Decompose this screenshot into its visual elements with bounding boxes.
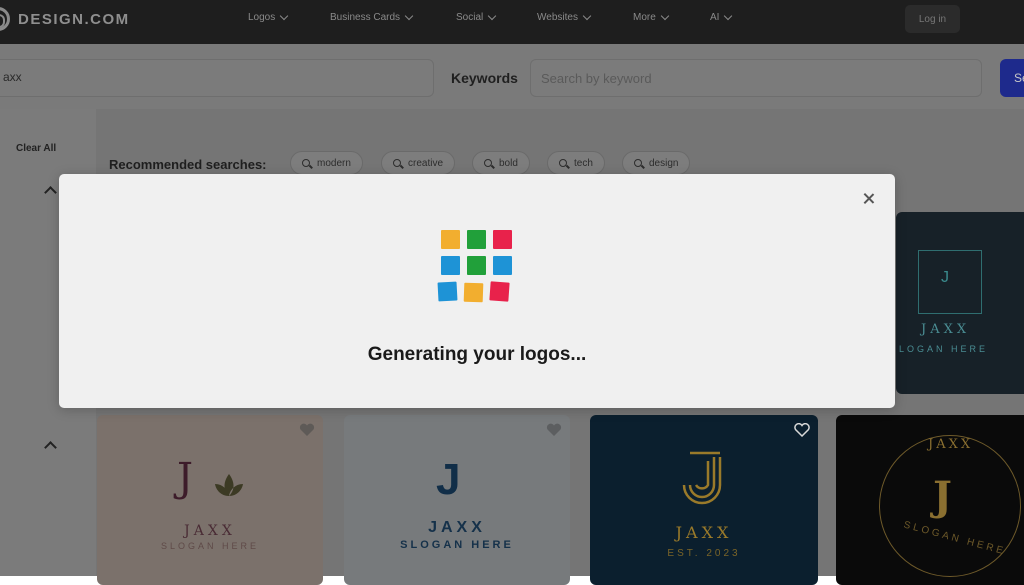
chevron-down-icon bbox=[582, 11, 592, 21]
logo-card[interactable]: J JAXX SLOGAN HERE bbox=[896, 212, 1024, 394]
heart-icon[interactable] bbox=[794, 423, 810, 437]
logo-card[interactable]: J JAXX SLOGAN HERE bbox=[344, 415, 570, 585]
loading-tile bbox=[493, 256, 512, 275]
loading-tile bbox=[437, 281, 458, 302]
loading-tile bbox=[467, 256, 486, 275]
chevron-down-icon bbox=[280, 11, 289, 21]
search-icon bbox=[484, 159, 492, 167]
chip-design[interactable]: design bbox=[622, 151, 691, 175]
design-com-logo-icon bbox=[0, 7, 10, 31]
chip-modern[interactable]: modern bbox=[290, 151, 363, 175]
close-icon[interactable] bbox=[861, 191, 877, 207]
card-title: JAXX bbox=[921, 322, 971, 337]
heart-icon[interactable] bbox=[546, 423, 562, 437]
nav-websites[interactable]: Websites bbox=[537, 11, 592, 23]
chevron-down-icon bbox=[660, 11, 670, 21]
keyword-search-input[interactable] bbox=[530, 59, 982, 97]
clear-all-link[interactable]: Clear All bbox=[16, 143, 56, 154]
card-title: JAXX bbox=[184, 523, 236, 539]
logo-letter: J bbox=[941, 269, 949, 286]
nav-ai-label: AI bbox=[710, 12, 720, 23]
nav-social-label: Social bbox=[456, 12, 484, 23]
card-slogan: SLOGAN HERE bbox=[160, 541, 260, 551]
nav-business-cards-label: Business Cards bbox=[330, 12, 401, 23]
collapse-filter-icon[interactable] bbox=[44, 186, 57, 199]
chevron-down-icon bbox=[724, 11, 733, 21]
chip-label: creative bbox=[408, 157, 444, 169]
logo-card[interactable]: JAXX J SLOGAN HERE bbox=[836, 415, 1024, 585]
chip-label: design bbox=[649, 157, 679, 169]
card-title: JAXX bbox=[928, 437, 974, 452]
search-icon bbox=[559, 159, 567, 167]
login-button[interactable]: Log in bbox=[905, 5, 960, 33]
search-row: axx Keywords Se bbox=[0, 44, 1024, 109]
nav-logos-label: Logos bbox=[248, 12, 276, 23]
top-nav-bar: DESIGN.COM Logos Business Cards Social W… bbox=[0, 0, 1024, 44]
logo-card[interactable]: JAXX EST. 2023 bbox=[590, 415, 818, 585]
loading-tile bbox=[489, 281, 510, 302]
loading-tile bbox=[441, 256, 460, 275]
card-slogan: EST. 2023 bbox=[667, 548, 741, 559]
chevron-down-icon bbox=[404, 11, 414, 21]
card-slogan: SLOGAN HERE bbox=[896, 344, 989, 354]
nav-social[interactable]: Social bbox=[456, 11, 497, 23]
chevron-down-icon bbox=[488, 11, 497, 21]
nav-more[interactable]: More bbox=[633, 11, 670, 23]
logo-mark bbox=[682, 451, 722, 505]
loading-tile bbox=[467, 230, 486, 249]
nav-websites-label: Websites bbox=[537, 12, 578, 23]
card-title: JAXX bbox=[428, 519, 486, 536]
heart-icon[interactable] bbox=[299, 423, 315, 437]
logo-letter: J bbox=[933, 473, 952, 520]
card-title: JAXX bbox=[675, 523, 733, 542]
logo-letter: J bbox=[177, 455, 194, 501]
leaf-icon bbox=[215, 474, 243, 496]
search-icon bbox=[302, 159, 310, 167]
collapse-filter-icon[interactable] bbox=[44, 441, 57, 454]
search-icon bbox=[393, 159, 401, 167]
logo-card[interactable]: J JAXX SLOGAN HERE bbox=[97, 415, 323, 585]
nav-ai[interactable]: AI bbox=[710, 11, 733, 23]
search-button[interactable]: Se bbox=[1000, 59, 1024, 97]
logo-letter: J bbox=[436, 455, 461, 504]
generating-message: Generating your logos... bbox=[367, 344, 587, 365]
generating-modal: Generating your logos... bbox=[59, 174, 895, 408]
card-slogan: SLOGAN HERE bbox=[400, 539, 514, 551]
chip-bold[interactable]: bold bbox=[472, 151, 530, 175]
nav-logos[interactable]: Logos bbox=[248, 11, 289, 23]
brand-logo[interactable]: DESIGN.COM bbox=[0, 7, 130, 31]
nav-more-label: More bbox=[633, 12, 656, 23]
loading-tiles-icon bbox=[437, 228, 517, 304]
chip-label: modern bbox=[317, 157, 351, 169]
search-input[interactable]: axx bbox=[0, 59, 434, 97]
nav-business-cards[interactable]: Business Cards bbox=[330, 11, 414, 23]
search-icon bbox=[634, 159, 642, 167]
loading-tile bbox=[493, 230, 512, 249]
recommended-searches-label: Recommended searches: bbox=[109, 157, 267, 172]
chip-label: bold bbox=[499, 157, 518, 169]
chip-creative[interactable]: creative bbox=[381, 151, 456, 175]
loading-tile bbox=[441, 230, 460, 249]
chip-tech[interactable]: tech bbox=[547, 151, 605, 175]
loading-tile bbox=[463, 282, 484, 303]
brand-name: DESIGN.COM bbox=[18, 10, 130, 28]
chip-label: tech bbox=[574, 157, 593, 169]
keywords-label: Keywords bbox=[451, 70, 518, 86]
